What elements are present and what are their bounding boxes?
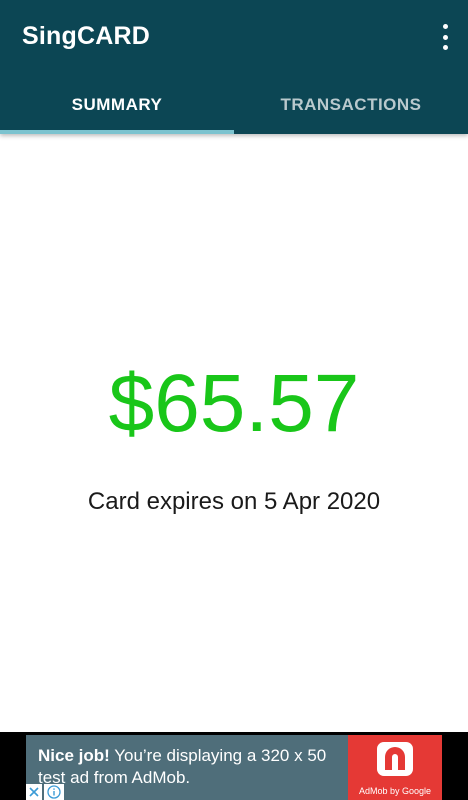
admob-caption: AdMob by Google [358, 786, 432, 796]
app-title: SingCARD [22, 22, 150, 50]
ad-text: Nice job! You’re displaying a 320 x 50 t… [38, 745, 350, 789]
overflow-dot [442, 24, 448, 29]
close-icon[interactable] [26, 784, 42, 800]
overflow-dot [442, 34, 448, 40]
ad-headline: Nice job! [38, 746, 110, 765]
app-bar: SingCARD SUMMARY TRANSACTIONS [0, 0, 468, 134]
tab-transactions[interactable]: TRANSACTIONS [234, 76, 468, 134]
overflow-menu-icon[interactable] [440, 24, 450, 50]
app-screen: SingCARD SUMMARY TRANSACTIONS $65.57 Car… [0, 0, 468, 800]
card-balance: $65.57 [108, 358, 360, 449]
tab-bar: SUMMARY TRANSACTIONS [0, 76, 468, 134]
ad-banner[interactable]: Nice job! You’re displaying a 320 x 50 t… [26, 735, 442, 800]
info-icon-glyph [47, 785, 61, 799]
card-expiry-text: Card expires on 5 Apr 2020 [87, 488, 381, 515]
info-icon[interactable] [44, 784, 64, 800]
admob-logo-icon [377, 742, 413, 776]
close-icon-glyph [29, 787, 39, 797]
ad-banner-container: Nice job! You’re displaying a 320 x 50 t… [0, 732, 468, 800]
overflow-dot [442, 45, 448, 50]
tab-summary[interactable]: SUMMARY [0, 76, 234, 134]
admob-logo: AdMob by Google [348, 735, 442, 800]
